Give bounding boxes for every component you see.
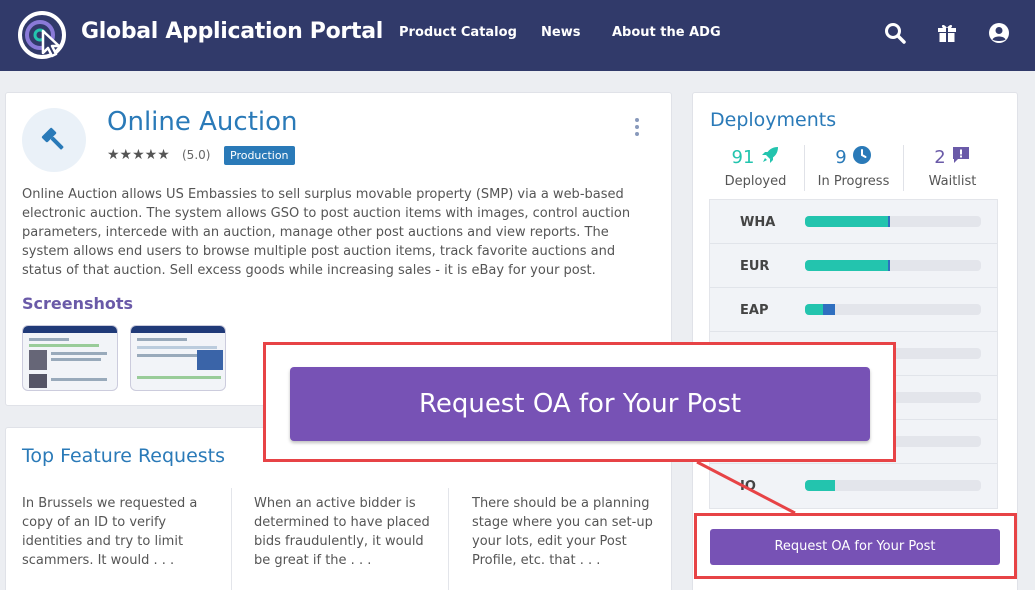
request-oa-button-zoomed[interactable]: Request OA for Your Post [290,367,870,441]
gavel-icon [41,127,64,150]
feature-requests-title: Top Feature Requests [22,445,226,467]
in-progress-label: In Progress [817,174,890,189]
screenshot-thumbnail-1[interactable] [22,325,118,391]
nav-product-catalog[interactable]: Product Catalog [399,25,517,40]
deployments-title: Deployments [710,109,837,131]
deployed-label: Deployed [724,174,787,189]
clock-icon [852,146,871,164]
status-badge: Production [224,146,295,165]
region-name: EAP [740,303,769,318]
region-row: WHA [710,200,997,244]
user-icon[interactable] [987,21,1011,45]
waitlist-count: 2 [934,147,946,168]
feature-request-item-1[interactable]: In Brussels we requested a copy of an ID… [22,494,212,570]
region-progress-bar [805,304,981,315]
stat-in-progress: 9 In Progress [806,145,901,189]
region-name: WHA [740,215,776,230]
highlight-box [694,513,1017,579]
waitlist-icon [952,147,969,163]
portal-logo-icon[interactable] [16,9,68,61]
stat-waitlist: 2 Waitlist [905,145,1000,189]
nav-news[interactable]: News [541,25,580,40]
rating-value: (5.0) [182,148,211,162]
gift-box-icon[interactable] [935,21,959,45]
app-icon-container [22,108,86,172]
region-progress-bar [805,216,981,227]
zoom-callout: Request OA for Your Post [263,342,896,462]
stat-deployed: 91 Deployed [708,145,803,189]
rocket-icon [761,147,778,163]
region-row: EAP [710,288,997,332]
screenshot-thumbnail-2[interactable] [130,325,226,391]
top-navbar: Global Application Portal Product Catalo… [0,0,1035,71]
in-progress-count: 9 [835,147,847,168]
rating-stars: ★★★★★ [107,147,170,163]
region-row: IO [710,464,997,508]
more-options-icon[interactable] [632,118,642,138]
nav-about-adg[interactable]: About the ADG [612,25,721,40]
app-title: Online Auction [107,107,298,137]
deployed-count: 91 [731,147,755,168]
waitlist-label: Waitlist [928,174,977,189]
brand-title[interactable]: Global Application Portal [81,19,383,44]
region-name: IO [740,479,756,494]
feature-request-item-3[interactable]: There should be a planning stage where y… [472,494,662,570]
region-progress-bar [805,480,981,491]
feature-request-item-2[interactable]: When an active bidder is determined to h… [254,494,444,570]
app-description: Online Auction allows US Embassies to se… [22,187,631,278]
region-progress-bar [805,260,981,271]
region-name: EUR [740,259,770,274]
search-icon[interactable] [883,21,907,45]
region-row: EUR [710,244,997,288]
screenshots-heading: Screenshots [22,294,134,313]
